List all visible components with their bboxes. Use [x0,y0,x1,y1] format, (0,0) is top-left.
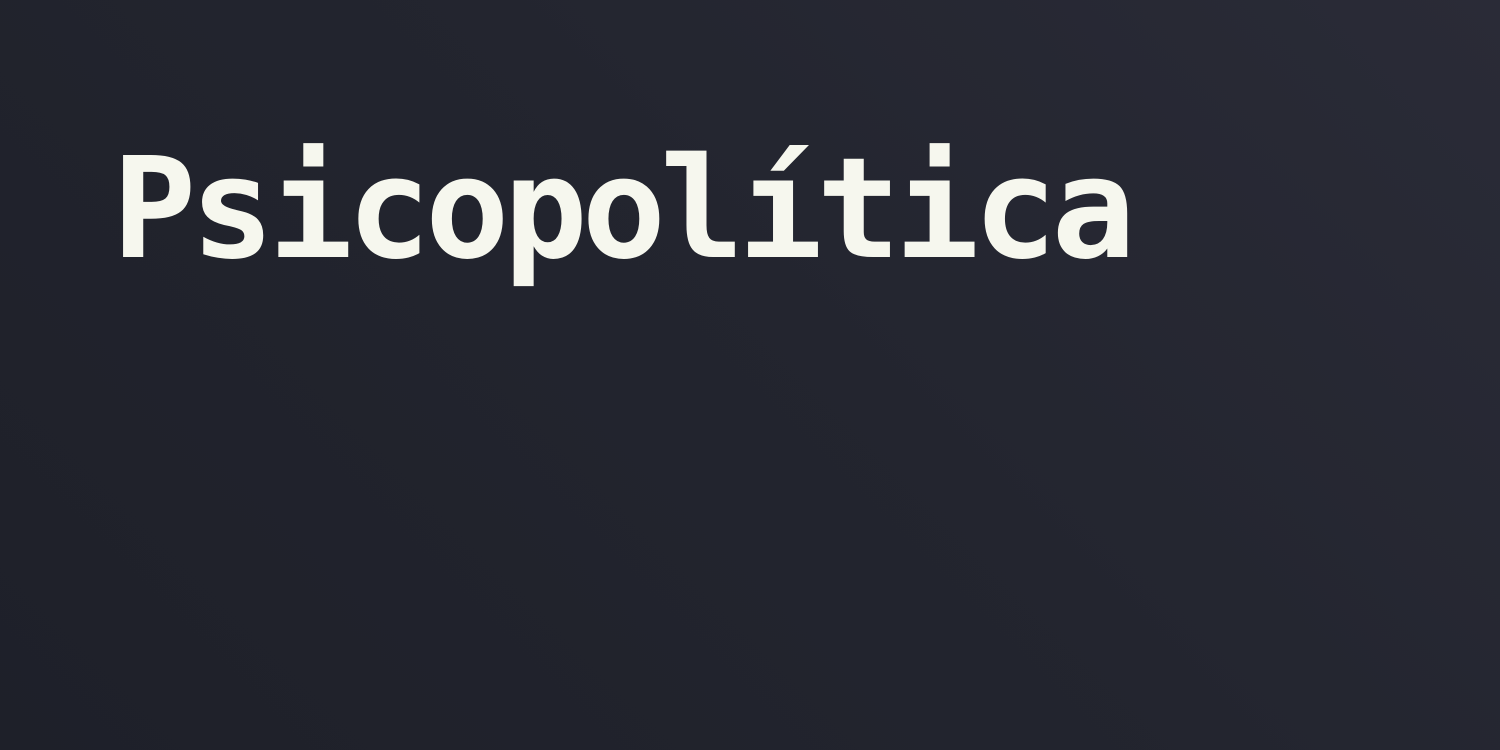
page-title: Psicopolítica [112,128,1136,291]
title-card: Psicopolítica [0,0,1500,750]
